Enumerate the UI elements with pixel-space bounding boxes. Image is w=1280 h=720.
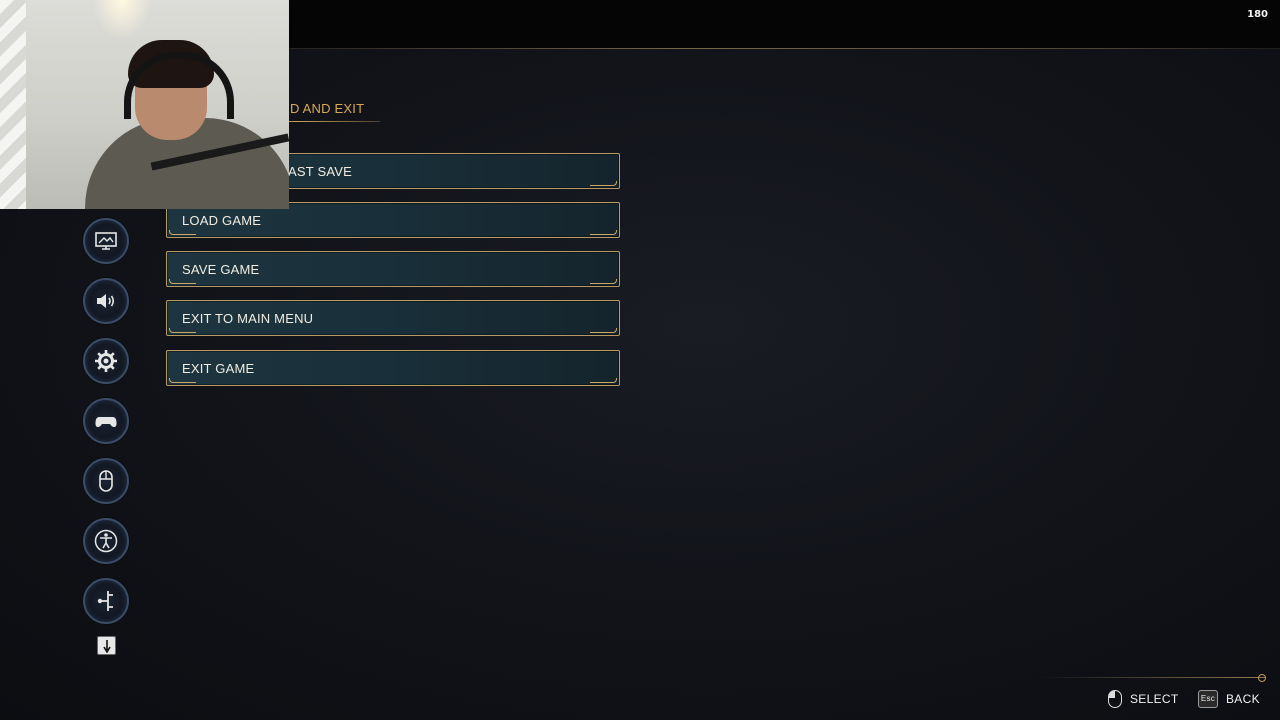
controller-settings-button[interactable] (83, 398, 129, 444)
button-label: EXIT TO MAIN MENU (182, 311, 314, 326)
display-icon (95, 232, 117, 250)
mouse-keyboard-settings-button[interactable] (83, 458, 129, 504)
audio-icon (97, 294, 115, 308)
menu-title: D AND EXIT (290, 101, 365, 116)
gameplay-gear-icon (95, 350, 117, 372)
corner-ornament (169, 279, 196, 284)
corner-ornament (590, 230, 617, 235)
webcam-light (92, 0, 152, 40)
button-label: SAVE GAME (182, 262, 260, 277)
esc-key-icon: Esc (1198, 690, 1218, 708)
corner-ornament (169, 378, 196, 383)
corner-ornament (590, 328, 617, 333)
fps-counter: 180 (1247, 9, 1268, 20)
exit-to-main-menu-button[interactable]: EXIT TO MAIN MENU (166, 300, 620, 336)
audio-settings-button[interactable] (83, 278, 129, 324)
arrow-down-icon (103, 640, 111, 653)
corner-ornament (590, 279, 617, 284)
corner-ornament (590, 181, 617, 186)
corner-ornament (590, 378, 617, 383)
back-hint[interactable]: Esc BACK (1198, 690, 1260, 708)
webcam-wall (0, 0, 26, 209)
select-hint[interactable]: SELECT (1108, 690, 1178, 708)
scroll-down-button[interactable] (97, 636, 116, 655)
back-label: BACK (1226, 692, 1260, 706)
webcam-overlay (0, 0, 289, 209)
network-icon (97, 591, 113, 611)
mouse-icon (99, 470, 113, 492)
accessibility-settings-button[interactable] (83, 518, 129, 564)
accessibility-icon (94, 529, 118, 553)
mouse-click-icon (1108, 690, 1122, 708)
gameplay-settings-button[interactable] (83, 338, 129, 384)
controller-icon (95, 417, 117, 427)
footer-ornament (1258, 674, 1266, 682)
network-settings-button[interactable] (83, 578, 129, 624)
button-label: EXIT GAME (182, 361, 255, 376)
top-divider (290, 48, 1280, 49)
corner-ornament (169, 328, 196, 333)
exit-game-button[interactable]: EXIT GAME (166, 350, 620, 386)
footer-divider (1040, 677, 1266, 678)
button-label: LOAD GAME (182, 213, 262, 228)
corner-ornament (169, 230, 196, 235)
button-label: AST SAVE (288, 164, 352, 179)
save-game-button[interactable]: SAVE GAME (166, 251, 620, 287)
select-label: SELECT (1130, 692, 1179, 706)
display-settings-button[interactable] (83, 218, 129, 264)
